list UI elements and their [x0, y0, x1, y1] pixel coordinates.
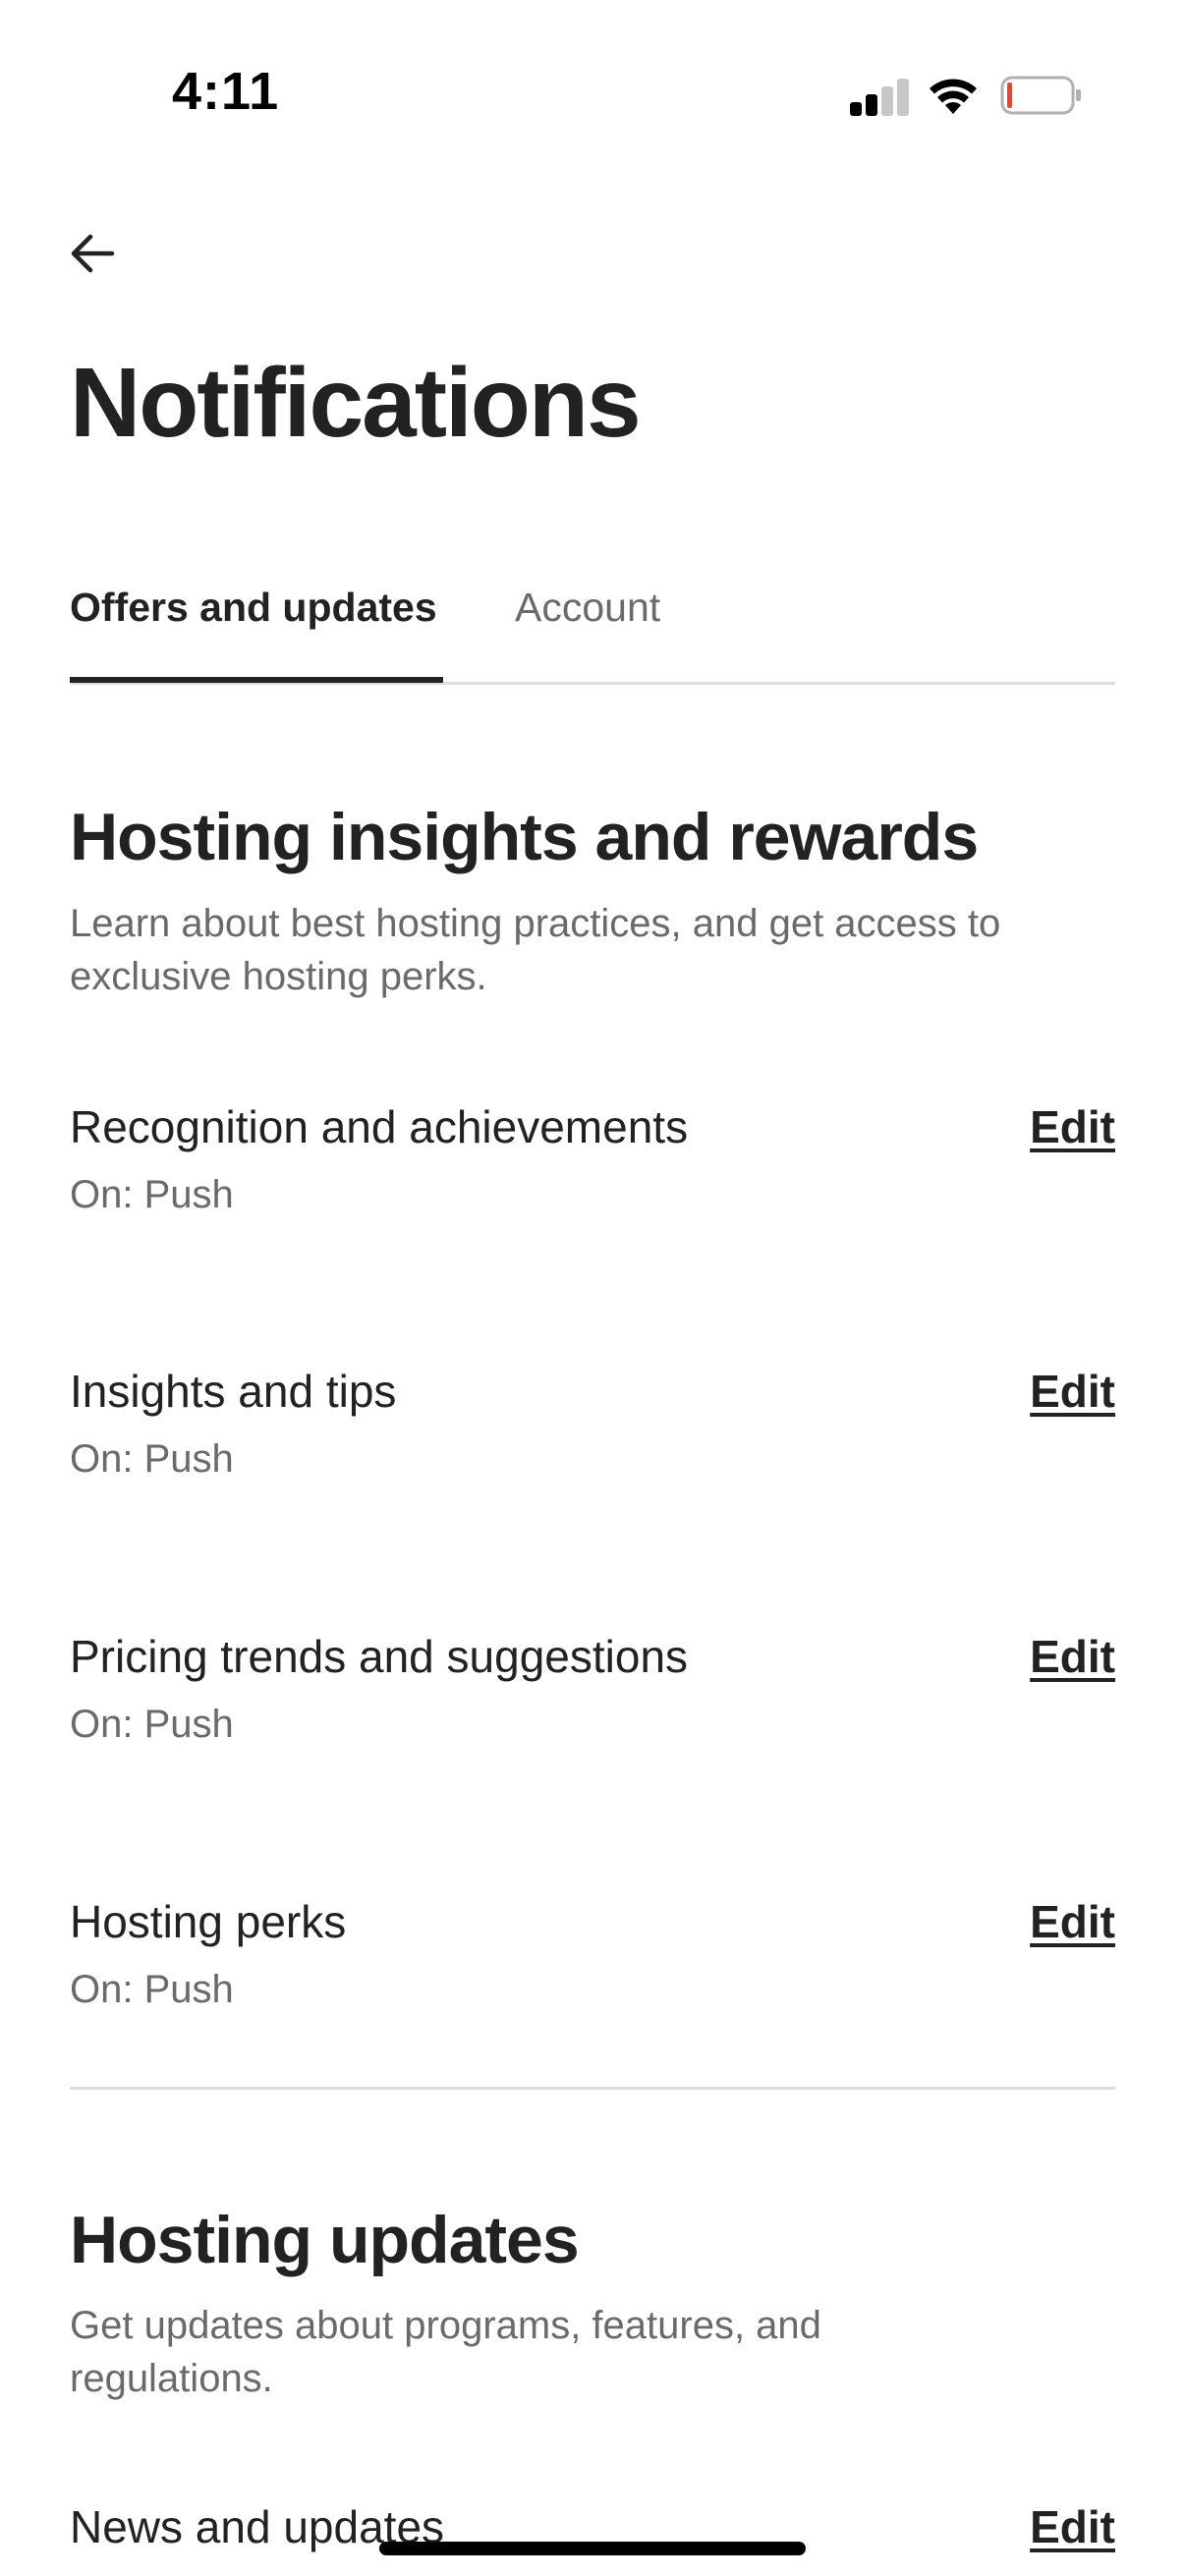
section-description-hosting-insights: Learn about best hosting practices, and … — [70, 902, 1001, 998]
status-time: 4:11 — [172, 62, 280, 121]
pref-label: Recognition and achievements — [70, 1101, 689, 1152]
pref-row-insights: Insights and tips On: Push Edit — [70, 1362, 1115, 1499]
pref-row-hosting-perks: Hosting perks On: Push Edit — [70, 1892, 1115, 2030]
section-title-hosting-insights: Hosting insights and rewards — [70, 800, 979, 874]
section-description-hosting-updates: Get updates about programs, features, an… — [70, 2304, 821, 2400]
pref-row-recognition: Recognition and achievements On: Push Ed… — [70, 1097, 1115, 1235]
pref-label: Insights and tips — [70, 1366, 397, 1417]
arrow-left-icon — [71, 234, 115, 273]
section-divider — [70, 2087, 1115, 2090]
battery-icon — [1000, 76, 1081, 115]
section-title-hosting-updates: Hosting updates — [70, 2203, 580, 2277]
edit-news-button[interactable]: Edit — [1030, 2497, 1115, 2556]
cellular-signal-icon — [850, 77, 909, 116]
pref-label: Pricing trends and suggestions — [70, 1631, 689, 1682]
pref-status: On: Push — [70, 1173, 234, 1216]
back-button[interactable] — [61, 224, 124, 283]
pref-status: On: Push — [70, 1437, 234, 1481]
tab-offers-and-updates[interactable]: Offers and updates — [70, 580, 437, 635]
pref-status: On: Push — [70, 1968, 234, 2011]
status-bar: 4:11 — [0, 0, 1185, 196]
home-indicator[interactable] — [379, 2542, 806, 2555]
pref-label: Hosting perks — [70, 1896, 347, 1947]
page-title: Notifications — [70, 348, 642, 458]
wifi-icon — [930, 79, 977, 114]
tab-bar: Offers and updates Account — [70, 580, 1115, 685]
pref-row-news: News and updates Edit — [70, 2497, 1115, 2576]
tab-account[interactable]: Account — [515, 580, 660, 635]
edit-insights-button[interactable]: Edit — [1030, 1362, 1115, 1421]
edit-pricing-button[interactable]: Edit — [1030, 1627, 1115, 1686]
pref-row-pricing: Pricing trends and suggestions On: Push … — [70, 1627, 1115, 1764]
active-tab-indicator — [70, 677, 443, 683]
pref-status: On: Push — [70, 1703, 234, 1746]
edit-hosting-perks-button[interactable]: Edit — [1030, 1892, 1115, 1951]
edit-recognition-button[interactable]: Edit — [1030, 1097, 1115, 1156]
